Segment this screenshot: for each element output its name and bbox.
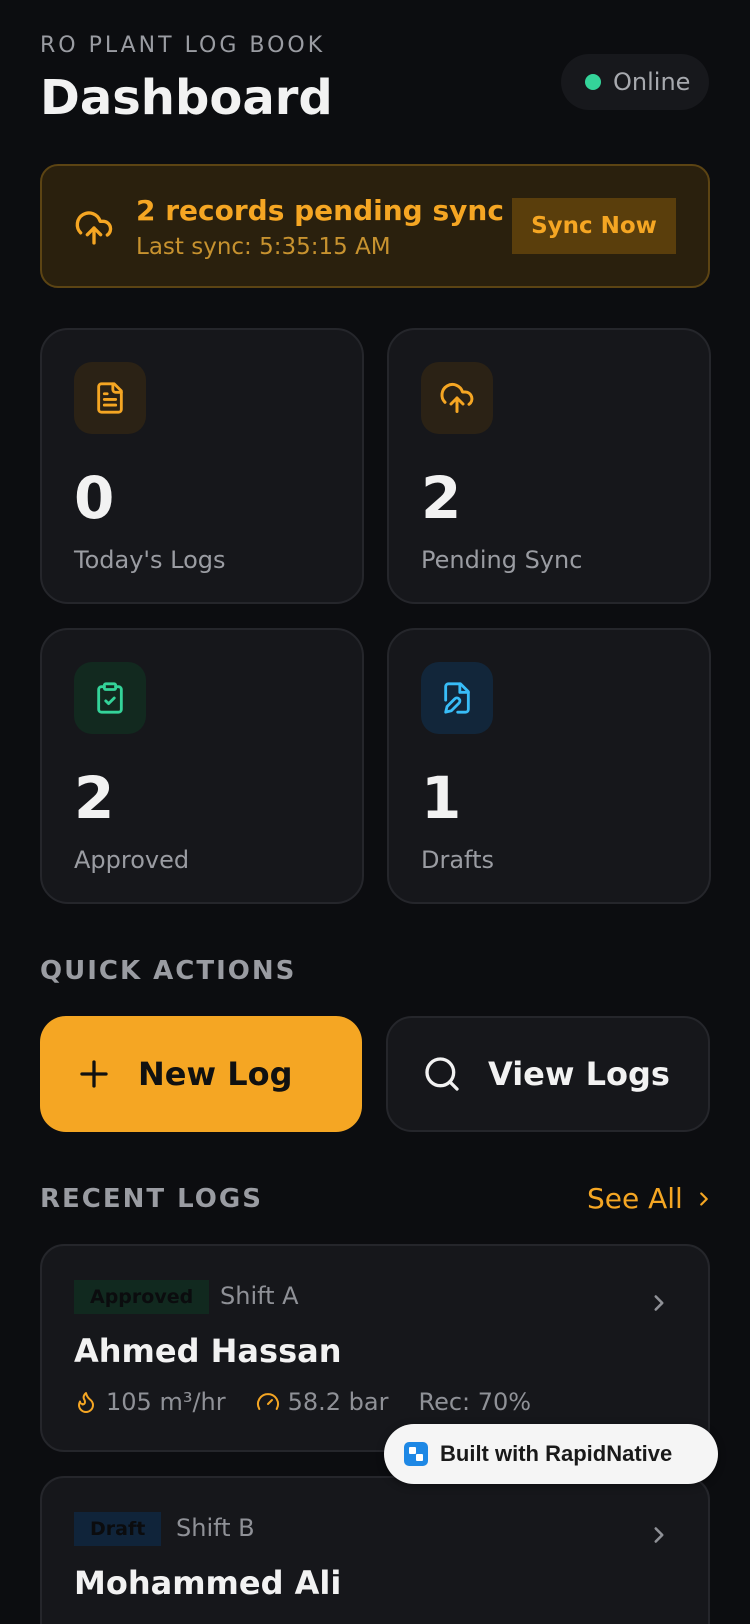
stat-label: Approved [74, 846, 190, 874]
sync-banner-title: 2 records pending sync [136, 194, 504, 227]
stat-icon-wrap [421, 362, 493, 434]
last-sync-time: Last sync: 5:35:15 AM [136, 234, 391, 260]
app-overline: RO PLANT LOG BOOK [40, 33, 326, 58]
stat-card-todays-logs[interactable]: 0 Today's Logs [40, 328, 364, 604]
search-icon [425, 1057, 459, 1091]
new-log-button[interactable]: New Log [40, 1016, 362, 1132]
see-all-link[interactable]: See All [587, 1182, 715, 1215]
stat-value: 2 [421, 464, 462, 532]
shift-label: Shift B [176, 1514, 255, 1542]
stat-value: 2 [74, 764, 115, 832]
view-logs-label: View Logs [488, 1055, 670, 1093]
recent-logs-heading: RECENT LOGS [40, 1184, 263, 1214]
stat-card-pending-sync[interactable]: 2 Pending Sync [387, 328, 711, 604]
stat-icon-wrap [74, 662, 146, 734]
rapidnative-logo-icon [404, 1442, 428, 1466]
flow-metric: 105 m³/hr [74, 1388, 226, 1416]
status-badge: Draft [74, 1512, 162, 1546]
stat-icon-wrap [421, 662, 493, 734]
see-all-label: See All [587, 1182, 683, 1215]
log-card[interactable]: Approved Shift A Ahmed Hassan 105 m³/hr … [40, 1244, 710, 1452]
status-badge: Approved [74, 1280, 210, 1314]
new-log-label: New Log [138, 1055, 293, 1093]
stat-value: 0 [74, 464, 115, 532]
gauge-icon [256, 1393, 279, 1410]
stat-card-approved[interactable]: 2 Approved [40, 628, 364, 904]
built-with-badge[interactable]: Built with RapidNative [384, 1424, 718, 1484]
sync-banner: 2 records pending sync Last sync: 5:35:1… [40, 164, 710, 288]
log-card[interactable]: Draft Shift B Mohammed Ali [40, 1476, 710, 1624]
quick-actions-heading: QUICK ACTIONS [40, 956, 297, 986]
operator-name: Mohammed Ali [74, 1564, 342, 1602]
stat-label: Pending Sync [421, 546, 583, 574]
online-dot-icon [585, 74, 601, 90]
chevron-right-icon [699, 1191, 708, 1206]
chevron-right-icon [654, 1527, 664, 1543]
cloud-upload-icon [440, 383, 474, 413]
plus-icon [80, 1060, 108, 1088]
stat-icon-wrap [74, 362, 146, 434]
stat-card-drafts[interactable]: 1 Drafts [387, 628, 711, 904]
pressure-value: 58.2 bar [287, 1388, 389, 1416]
built-with-label: Built with RapidNative [440, 1441, 673, 1466]
online-status-label: Online [613, 68, 691, 96]
stat-value: 1 [421, 764, 462, 832]
page-title: Dashboard [40, 70, 333, 126]
operator-name: Ahmed Hassan [74, 1332, 342, 1370]
stat-label: Drafts [421, 846, 494, 874]
view-logs-button[interactable]: View Logs [386, 1016, 710, 1132]
file-edit-icon [444, 682, 470, 714]
flame-icon [78, 1392, 94, 1413]
stat-label: Today's Logs [74, 546, 226, 574]
file-text-icon [97, 382, 123, 414]
chevron-right-icon [654, 1295, 664, 1311]
cloud-upload-icon [75, 211, 113, 245]
sync-now-button[interactable]: Sync Now [512, 198, 676, 254]
recovery-metric: Rec: 70% [418, 1388, 531, 1416]
online-status-badge: Online [561, 54, 709, 110]
pressure-metric: 58.2 bar [256, 1388, 389, 1416]
recovery-value: Rec: 70% [418, 1388, 532, 1416]
flow-value: 105 m³/hr [106, 1388, 226, 1416]
log-metrics: 105 m³/hr 58.2 bar Rec: 70% [74, 1388, 553, 1416]
clipboard-check-icon [97, 682, 123, 714]
shift-label: Shift A [220, 1282, 299, 1310]
